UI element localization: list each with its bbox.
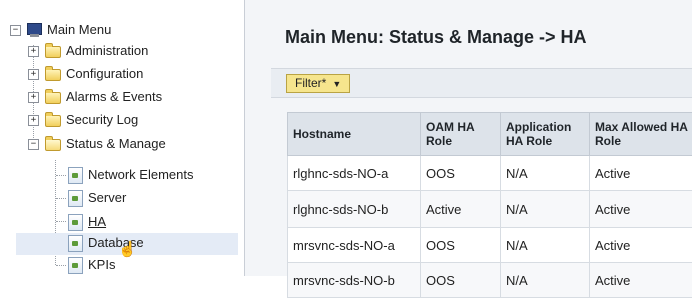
main-content: Main Menu: Status & Manage -> HA Filter*… [245,0,692,276]
folder-icon [45,69,61,81]
tree-item-configuration[interactable]: + Configuration [0,64,244,84]
tree-item-ha[interactable]: HA [0,212,244,232]
cell-max-allowed-ha-role: Active [590,156,692,191]
cell-application-ha-role: N/A [501,228,590,263]
column-header-hostname[interactable]: Hostname [288,113,421,156]
cell-hostname: rlghnc-sds-NO-b [288,191,421,228]
tree-item-administration[interactable]: + Administration [0,41,244,61]
cell-max-allowed-ha-role: Active [590,191,692,228]
table-row[interactable]: mrsvnc-sds-NO-b OOS N/A Active [288,263,692,298]
cell-hostname: mrsvnc-sds-NO-a [288,228,421,263]
cell-oam-ha-role: OOS [421,228,501,263]
ha-status-table: Hostname OAM HA Role Application HA Role… [287,112,692,298]
page-icon [68,190,83,207]
folder-open-icon [45,139,61,151]
cell-hostname: mrsvnc-sds-NO-b [288,263,421,298]
table-row[interactable]: rlghnc-sds-NO-a OOS N/A Active [288,156,692,191]
tree-item-security-log[interactable]: + Security Log [0,110,244,130]
collapse-icon[interactable]: − [28,139,39,150]
cell-oam-ha-role: OOS [421,156,501,191]
cell-max-allowed-ha-role: Active [590,263,692,298]
expand-icon[interactable]: + [28,46,39,57]
tree-item-label: KPIs [88,257,115,272]
filter-button-label: Filter* [295,76,326,90]
expand-icon[interactable]: + [28,115,39,126]
cell-oam-ha-role: Active [421,191,501,228]
chevron-down-icon: ▼ [332,79,341,89]
navigation-tree: − Main Menu + Administration + Configura… [0,0,245,276]
expand-icon[interactable]: + [28,92,39,103]
cell-application-ha-role: N/A [501,156,590,191]
cell-application-ha-role: N/A [501,191,590,228]
folder-icon [45,46,61,58]
collapse-icon[interactable]: − [10,25,21,36]
tree-item-label: Main Menu [47,22,111,37]
cell-application-ha-role: N/A [501,263,590,298]
table-row[interactable]: rlghnc-sds-NO-b Active N/A Active [288,191,692,228]
tree-item-label: Administration [66,43,148,58]
tree-item-label: Status & Manage [66,136,166,151]
column-header-max-allowed-ha-role[interactable]: Max Allowed HA Role [590,113,692,156]
filter-button[interactable]: Filter* ▼ [286,74,350,93]
tree-item-label: Alarms & Events [66,89,162,104]
column-header-oam-ha-role[interactable]: OAM HA Role [421,113,501,156]
tree-item-main-menu[interactable]: − Main Menu [0,20,244,40]
page-icon [68,257,83,274]
column-header-application-ha-role[interactable]: Application HA Role [501,113,590,156]
tree-item-server[interactable]: Server [0,188,244,208]
cell-max-allowed-ha-role: Active [590,228,692,263]
cell-hostname: rlghnc-sds-NO-a [288,156,421,191]
page-icon [68,214,83,231]
folder-icon [45,115,61,127]
tree-item-alarms-events[interactable]: + Alarms & Events [0,87,244,107]
tree-item-label: Security Log [66,112,138,127]
cell-oam-ha-role: OOS [421,263,501,298]
page-icon [68,167,83,184]
hand-cursor-icon: ☝ [118,242,137,257]
tree-item-kpis[interactable]: KPIs [0,255,244,275]
filter-toolbar: Filter* ▼ [271,68,692,98]
tree-item-label: Network Elements [88,167,193,182]
table-row[interactable]: mrsvnc-sds-NO-a OOS N/A Active [288,228,692,263]
page-title: Main Menu: Status & Manage -> HA [285,27,587,48]
folder-icon [45,92,61,104]
page-icon [68,235,83,252]
tree-item-label: Configuration [66,66,143,81]
tree-item-label: HA [88,214,106,229]
tree-item-status-manage[interactable]: − Status & Manage [0,134,244,154]
expand-icon[interactable]: + [28,69,39,80]
monitor-icon [27,23,42,35]
tree-item-network-elements[interactable]: Network Elements [0,165,244,185]
tree-item-label: Server [88,190,126,205]
table-header-row: Hostname OAM HA Role Application HA Role… [288,113,692,156]
